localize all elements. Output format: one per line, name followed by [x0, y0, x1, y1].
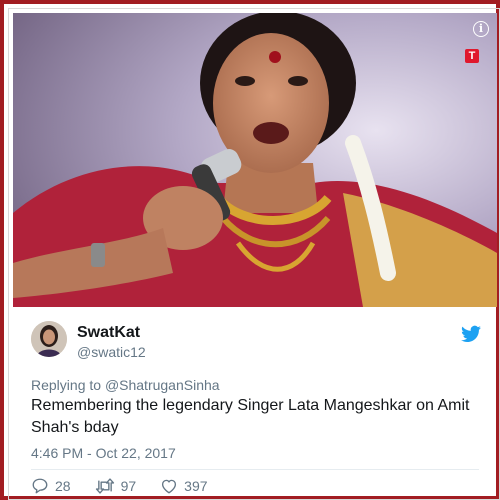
tweet-card: SwatKat @swatic12 Replying to @Shatrugan… [13, 309, 497, 497]
display-name[interactable]: SwatKat [77, 324, 140, 342]
channel-logo-icon: T [465, 49, 479, 63]
avatar[interactable] [31, 321, 67, 357]
replying-to-link[interactable]: @ShatruganSinha [105, 377, 220, 393]
retweet-count: 97 [120, 478, 137, 494]
retweet-action[interactable]: 97 [95, 477, 137, 495]
reply-count: 28 [55, 478, 71, 494]
retweet-icon [95, 478, 114, 494]
user-handle[interactable]: @swatic12 [77, 344, 146, 360]
card-inner: i T SwatKat @swatic12 Replying to @Shatr… [8, 8, 500, 500]
heart-icon [162, 479, 177, 494]
like-action[interactable]: 397 [160, 477, 208, 495]
reply-action[interactable]: 28 [31, 477, 71, 495]
tweet-timestamp[interactable]: 4:46 PM - Oct 22, 2017 [31, 445, 176, 461]
tweet-text: Remembering the legendary Singer Lata Ma… [31, 397, 470, 436]
like-count: 397 [184, 478, 208, 494]
tweet-media-image[interactable]: i T [13, 13, 497, 307]
reply-icon [32, 478, 48, 494]
info-icon[interactable]: i [473, 21, 489, 37]
replying-to-line: Replying to @ShatruganSinha [31, 377, 220, 393]
divider [31, 469, 479, 470]
tweet-actions: 28 97 397 [31, 475, 232, 497]
twitter-bird-icon[interactable] [461, 325, 481, 343]
replying-prefix: Replying to [31, 377, 105, 393]
avatar-image [31, 321, 67, 357]
card-frame: i T SwatKat @swatic12 Replying to @Shatr… [0, 0, 500, 500]
singer-photo [13, 13, 497, 307]
